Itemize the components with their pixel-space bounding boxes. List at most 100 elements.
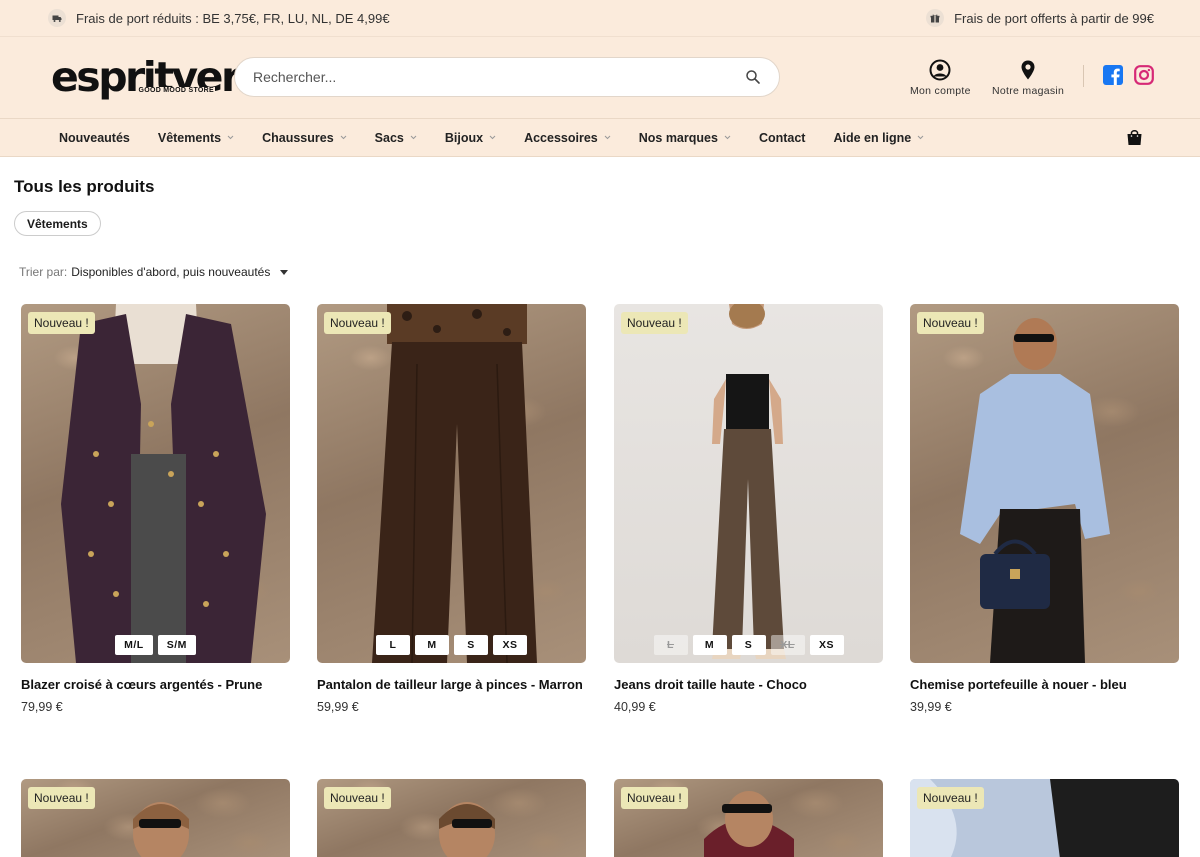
product-image[interactable]: Nouveau ! bbox=[910, 304, 1179, 663]
facebook-icon[interactable] bbox=[1103, 65, 1123, 85]
product-card[interactable]: Nouveau ! L M S XS Pantalon de tailleur … bbox=[317, 304, 586, 714]
size-options: L M S XS bbox=[317, 635, 586, 655]
product-photo-jeans bbox=[712, 304, 786, 659]
size-option[interactable]: L bbox=[376, 635, 410, 655]
chevron-down-icon bbox=[340, 135, 347, 140]
truck-icon bbox=[48, 9, 66, 27]
store-link[interactable]: Notre magasin bbox=[992, 59, 1064, 97]
product-photo-trousers bbox=[372, 304, 537, 663]
new-badge: Nouveau ! bbox=[324, 787, 391, 809]
store-label: Notre magasin bbox=[992, 85, 1065, 97]
size-option[interactable]: S bbox=[454, 635, 488, 655]
size-options: M/L S/M bbox=[21, 635, 290, 655]
product-price: 79,99 € bbox=[21, 700, 63, 714]
nav-label: Vêtements bbox=[157, 130, 222, 145]
size-option-unavailable: L bbox=[653, 635, 688, 655]
product-card[interactable]: Nouveau ! bbox=[21, 779, 290, 857]
product-price: 59,99 € bbox=[317, 700, 359, 714]
product-price: 40,99 € bbox=[614, 700, 656, 714]
shipping-reduced-text: Frais de port réduits : BE 3,75€, FR, LU… bbox=[76, 10, 390, 26]
sort-dropdown[interactable]: Trier par: Disponibles d'abord, puis nou… bbox=[19, 265, 289, 279]
product-image[interactable]: Nouveau ! bbox=[21, 779, 290, 857]
chevron-down-icon bbox=[410, 135, 417, 140]
logo-tagline: GOOD MOOD STORE bbox=[137, 87, 215, 94]
nav-contact[interactable]: Contact bbox=[745, 131, 820, 145]
search-bar[interactable] bbox=[234, 57, 780, 97]
product-image[interactable]: Nouveau ! M/L S/M bbox=[21, 304, 290, 663]
product-card[interactable]: Nouveau ! bbox=[317, 779, 586, 857]
size-option[interactable]: M/L bbox=[115, 635, 153, 655]
location-pin-icon bbox=[1021, 60, 1035, 80]
chevron-down-icon bbox=[227, 135, 234, 140]
product-name[interactable]: Pantalon de tailleur large à pinces - Ma… bbox=[317, 677, 586, 692]
sort-label: Trier par: bbox=[19, 265, 68, 279]
nav-nos-marques[interactable]: Nos marques bbox=[625, 131, 745, 145]
sort-value: Disponibles d'abord, puis nouveautés bbox=[71, 265, 271, 279]
announcement-bar: Frais de port réduits : BE 3,75€, FR, LU… bbox=[0, 0, 1200, 37]
size-option[interactable]: S bbox=[731, 635, 766, 655]
filter-chip-vetements[interactable]: Vêtements bbox=[14, 211, 101, 236]
product-card[interactable]: Nouveau ! M/L S/M Blazer croisé à cœurs … bbox=[21, 304, 290, 714]
user-icon bbox=[929, 59, 951, 81]
nav-label: Aide en ligne bbox=[833, 130, 912, 145]
product-card[interactable]: Nouveau ! bbox=[614, 779, 883, 857]
product-name[interactable]: Blazer croisé à cœurs argentés - Prune bbox=[21, 677, 290, 692]
nav-label: Chaussures bbox=[262, 130, 334, 145]
new-badge: Nouveau ! bbox=[28, 787, 95, 809]
new-badge: Nouveau ! bbox=[917, 787, 984, 809]
product-photo-shirt bbox=[960, 318, 1110, 663]
nav-aide-en-ligne[interactable]: Aide en ligne bbox=[819, 131, 938, 145]
new-badge: Nouveau ! bbox=[621, 312, 688, 334]
chevron-down-icon bbox=[917, 135, 924, 140]
product-name[interactable]: Jeans droit taille haute - Choco bbox=[614, 677, 883, 692]
main-navigation: Nouveautés Vêtements Chaussures Sacs Bij… bbox=[0, 119, 1200, 157]
chevron-down-icon bbox=[724, 135, 731, 140]
new-badge: Nouveau ! bbox=[917, 312, 984, 334]
new-badge: Nouveau ! bbox=[324, 312, 391, 334]
nav-vetements[interactable]: Vêtements bbox=[144, 131, 248, 145]
nav-sacs[interactable]: Sacs bbox=[361, 131, 431, 145]
size-option[interactable]: XS bbox=[809, 635, 844, 655]
nav-label: Bijoux bbox=[444, 130, 484, 145]
nav-nouveautes[interactable]: Nouveautés bbox=[45, 131, 144, 145]
product-photo-blazer bbox=[61, 304, 266, 663]
gift-icon bbox=[926, 9, 945, 27]
product-price: 39,99 € bbox=[910, 700, 952, 714]
site-header: espritvert. GOOD MOOD STORE Mon compte N… bbox=[0, 37, 1200, 119]
account-link[interactable]: Mon compte bbox=[910, 59, 971, 97]
instagram-icon[interactable] bbox=[1134, 65, 1154, 85]
product-card[interactable]: Nouveau ! L M S XL XS Jeans droit taille… bbox=[614, 304, 883, 714]
new-badge: Nouveau ! bbox=[28, 312, 95, 334]
product-image[interactable]: Nouveau ! L M S XS bbox=[317, 304, 586, 663]
shopping-bag-icon[interactable] bbox=[1126, 129, 1143, 146]
size-option[interactable]: S/M bbox=[157, 635, 196, 655]
header-divider bbox=[1083, 65, 1084, 87]
nav-chaussures[interactable]: Chaussures bbox=[248, 131, 361, 145]
size-option[interactable]: XS bbox=[493, 635, 527, 655]
nav-label: Nouveautés bbox=[59, 130, 130, 145]
size-option[interactable]: M bbox=[415, 635, 449, 655]
size-option-unavailable: XL bbox=[770, 635, 805, 655]
nav-label: Sacs bbox=[374, 130, 404, 145]
new-badge: Nouveau ! bbox=[621, 787, 688, 809]
nav-accessoires[interactable]: Accessoires bbox=[510, 131, 625, 145]
product-name[interactable]: Chemise portefeuille à nouer - bleu bbox=[910, 677, 1179, 692]
account-label: Mon compte bbox=[910, 85, 971, 97]
search-input[interactable] bbox=[253, 69, 745, 85]
product-image[interactable]: Nouveau ! L M S XL XS bbox=[614, 304, 883, 663]
nav-label: Contact bbox=[758, 130, 806, 145]
size-option[interactable]: M bbox=[692, 635, 727, 655]
shipping-message-left: Frais de port réduits : BE 3,75€, FR, LU… bbox=[48, 9, 390, 27]
free-shipping-text: Frais de port offerts à partir de 99€ bbox=[954, 10, 1154, 26]
chevron-down-icon bbox=[604, 135, 611, 140]
nav-bijoux[interactable]: Bijoux bbox=[431, 131, 510, 145]
product-image[interactable]: Nouveau ! bbox=[614, 779, 883, 857]
caret-down-icon bbox=[280, 269, 289, 275]
product-image[interactable]: Nouveau ! bbox=[317, 779, 586, 857]
product-image[interactable]: Nouveau ! bbox=[910, 779, 1179, 857]
search-icon[interactable] bbox=[745, 69, 761, 85]
shipping-message-right: Frais de port offerts à partir de 99€ bbox=[926, 9, 1154, 27]
product-card[interactable]: Nouveau ! Chemise portefeuille à nouer -… bbox=[910, 304, 1179, 714]
product-card[interactable]: Nouveau ! bbox=[910, 779, 1179, 857]
site-logo[interactable]: espritvert. GOOD MOOD STORE bbox=[51, 57, 271, 101]
